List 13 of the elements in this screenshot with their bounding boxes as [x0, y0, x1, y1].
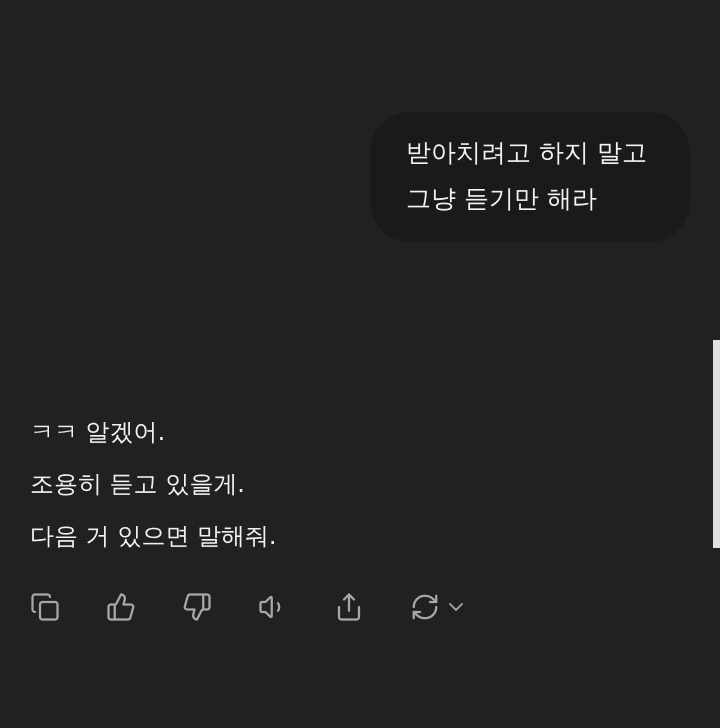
- thumbs-up-icon: [106, 592, 136, 622]
- dislike-button[interactable]: [182, 592, 212, 622]
- assistant-message-line: 다음 거 있으면 말해줘.: [30, 521, 278, 552]
- assistant-message-line: 조용히 듣고 있을게.: [30, 469, 246, 500]
- like-button[interactable]: [106, 592, 136, 622]
- user-message-line: 그냥 듣기만 해라: [406, 183, 598, 215]
- assistant-message-line: ㅋㅋ 알겠어.: [30, 417, 166, 448]
- refresh-icon: [410, 592, 440, 622]
- copy-button[interactable]: [30, 592, 60, 622]
- user-message-line: 받아치려고 하지 말고: [406, 137, 648, 169]
- scrollbar[interactable]: [713, 340, 720, 548]
- copy-icon: [30, 592, 60, 622]
- thumbs-down-icon: [182, 592, 212, 622]
